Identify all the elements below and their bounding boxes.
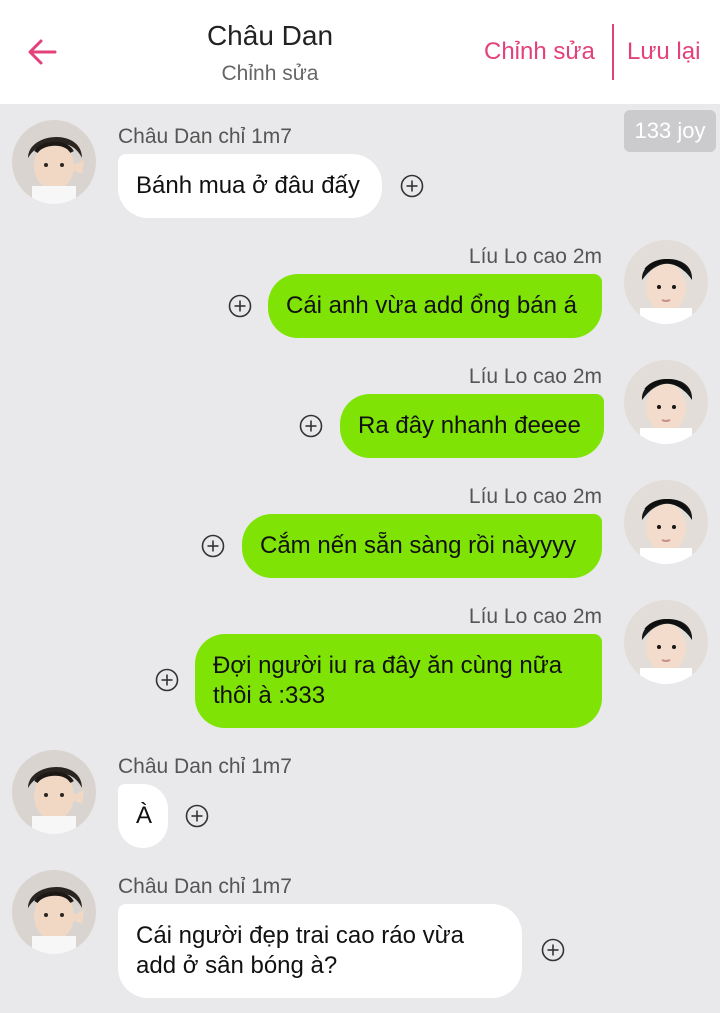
user-avatar-icon	[12, 870, 96, 954]
save-button[interactable]: Lưu lại	[627, 38, 700, 66]
plus-circle-icon[interactable]	[201, 534, 225, 558]
message-bubble[interactable]: Bánh mua ở đâu đấy	[118, 154, 382, 218]
conversation-subtitle: Chỉnh sửa	[221, 62, 319, 85]
avatar[interactable]	[12, 870, 96, 954]
message-bubble[interactable]: Ra đây nhanh đeeee	[340, 394, 604, 458]
message-bubble[interactable]: Cái người đẹp trai cao ráo vừa add ở sân…	[118, 904, 522, 998]
sender-name: Châu Dan chỉ 1m7	[118, 125, 292, 148]
user-avatar-icon	[624, 240, 708, 324]
avatar[interactable]	[12, 120, 96, 204]
plus-circle-icon[interactable]	[299, 414, 323, 438]
user-avatar-icon	[624, 360, 708, 444]
chat-header: Châu Dan Chỉnh sửa Chỉnh sửa Lưu lại	[0, 0, 720, 104]
coin-badge: 133 joy	[624, 110, 716, 152]
sender-name: Líu Lo cao 2m	[468, 605, 602, 628]
conversation-title: Châu Dan	[206, 20, 334, 51]
sender-name: Châu Dan chỉ 1m7	[118, 755, 292, 778]
plus-circle-icon[interactable]	[541, 938, 565, 962]
user-avatar-icon	[12, 750, 96, 834]
sender-name: Châu Dan chỉ 1m7	[118, 875, 292, 898]
message-bubble[interactable]: À	[118, 784, 168, 848]
edit-button[interactable]: Chỉnh sửa	[484, 38, 595, 66]
sender-name: Líu Lo cao 2m	[468, 245, 602, 268]
sender-name: Líu Lo cao 2m	[468, 485, 602, 508]
plus-circle-icon[interactable]	[228, 294, 252, 318]
message-bubble[interactable]: Cắm nến sẵn sàng rồi nàyyyy	[242, 514, 602, 578]
header-divider	[612, 24, 614, 80]
avatar[interactable]	[12, 750, 96, 834]
user-avatar-icon	[12, 120, 96, 204]
avatar[interactable]	[624, 600, 708, 684]
plus-circle-icon[interactable]	[155, 668, 179, 692]
plus-circle-icon[interactable]	[400, 174, 424, 198]
avatar[interactable]	[624, 240, 708, 324]
avatar[interactable]	[624, 360, 708, 444]
plus-circle-icon[interactable]	[185, 804, 209, 828]
user-avatar-icon	[624, 480, 708, 564]
message-bubble[interactable]: Cái anh vừa add ổng bán á	[268, 274, 602, 338]
avatar[interactable]	[624, 480, 708, 564]
user-avatar-icon	[624, 600, 708, 684]
message-bubble[interactable]: Đợi người iu ra đây ăn cùng nữa thôi à :…	[195, 634, 602, 728]
sender-name: Líu Lo cao 2m	[468, 365, 602, 388]
